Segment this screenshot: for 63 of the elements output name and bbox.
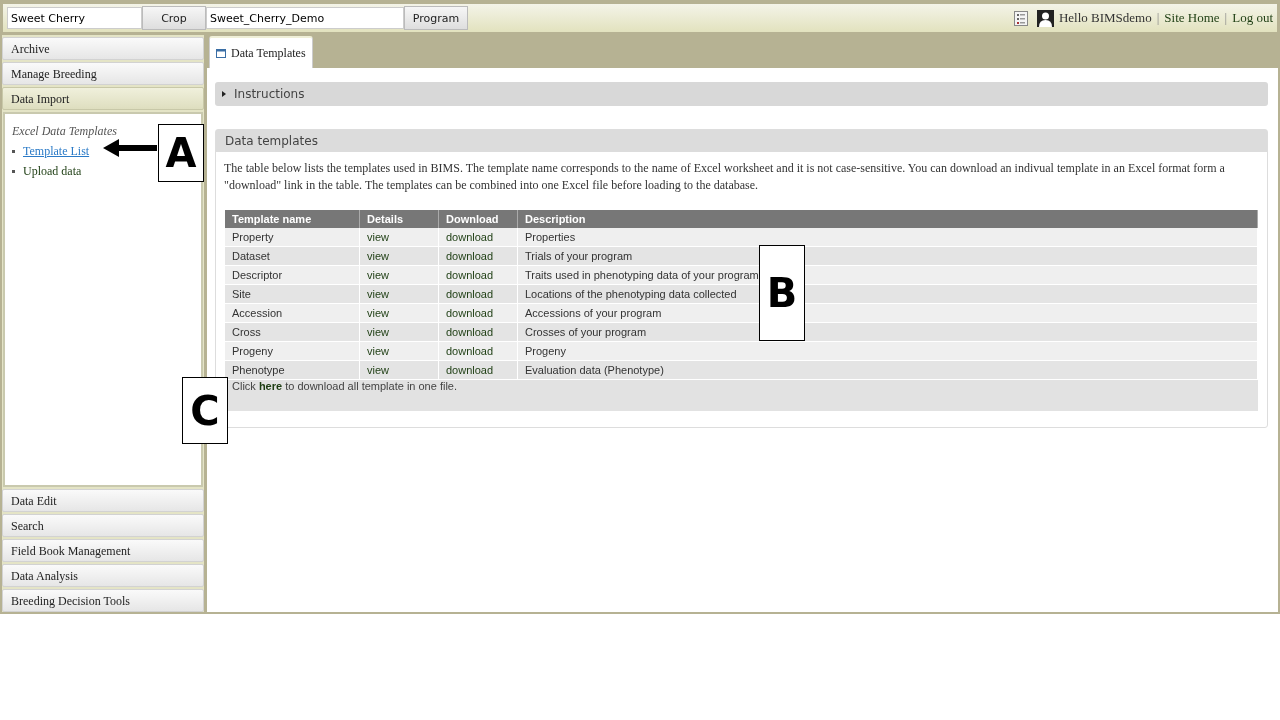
bullet-icon [12, 170, 15, 173]
table-cell: Dataset [225, 246, 360, 266]
user-icon[interactable] [1036, 9, 1054, 27]
sidebar-section-header[interactable]: Manage Breeding [2, 62, 204, 85]
column-header: Details [359, 210, 439, 228]
greeting-text: Hello BIMSdemo [1058, 10, 1152, 26]
download-link[interactable]: download [446, 364, 494, 376]
table-cell: Site [225, 284, 360, 304]
sidebar-section-header[interactable]: Data Edit [2, 489, 204, 512]
tab[interactable]: Data Templates [209, 36, 313, 68]
logout-link[interactable]: Log out [1232, 10, 1273, 26]
callout-label: A [158, 124, 204, 182]
separator-text: | [1156, 10, 1160, 26]
sidebar-link[interactable]: Upload data [23, 164, 82, 179]
download-link[interactable]: download [446, 326, 494, 338]
view-link[interactable]: view [367, 307, 389, 319]
crop-field[interactable]: Sweet Cherry [7, 7, 142, 29]
bullet-icon [12, 150, 15, 153]
table-cell: Properties [517, 228, 1258, 247]
view-link[interactable]: view [367, 269, 389, 281]
sidebar-section-header[interactable]: Archive [2, 37, 204, 60]
triangle-right-icon [222, 91, 226, 97]
table-cell: Accession [225, 303, 360, 323]
sidebar-section-header[interactable]: Data Import [2, 87, 204, 110]
column-header: Description [517, 210, 1258, 228]
callout-label: C [182, 377, 228, 444]
sidebar-link[interactable]: Template List [23, 144, 90, 159]
sidebar-section-header[interactable]: Data Analysis [2, 564, 204, 587]
view-link[interactable]: view [367, 231, 389, 243]
sidebar-section-header[interactable]: Field Book Management [2, 539, 204, 562]
view-link[interactable]: view [367, 364, 389, 376]
separator-text: | [1224, 10, 1228, 26]
program-button[interactable]: Program [404, 6, 468, 30]
column-header: Download [438, 210, 518, 228]
download-link[interactable]: download [446, 269, 494, 281]
section-heading: Excel Data Templates [12, 124, 118, 139]
download-link[interactable]: download [446, 345, 494, 357]
column-header: Template name [225, 210, 360, 228]
table-cell: Progeny [225, 341, 360, 361]
program-field[interactable]: Sweet_Cherry_Demo [206, 7, 404, 29]
sidebar-section-header[interactable]: Search [2, 514, 204, 537]
table-cell: Property [225, 228, 360, 247]
footer-text: Click here to download all template in one file. [225, 380, 1258, 411]
view-link[interactable]: view [367, 288, 389, 300]
sidebar-section-header[interactable]: Breeding Decision Tools [2, 589, 204, 612]
table-cell: Cross [225, 322, 360, 342]
view-link[interactable]: view [367, 345, 389, 357]
list-icon[interactable] [1013, 10, 1028, 26]
crop-button[interactable]: Crop [142, 6, 206, 30]
view-link[interactable]: view [367, 326, 389, 338]
view-link[interactable]: view [367, 250, 389, 262]
description-text: The table below lists the templates used in BIMS. The template name corresponds to the name of Excel worksheet and it is not case-sensitive. You can download an indivual template in an Excel format form a "download" link in the table. The templates can be combined into one Excel file before loading to the database. [224, 160, 1226, 194]
download-link[interactable]: download [446, 288, 494, 300]
download-link[interactable]: download [446, 231, 494, 243]
download-link[interactable]: download [446, 250, 494, 262]
here-link[interactable]: here [258, 380, 283, 392]
download-link[interactable]: download [446, 307, 494, 319]
panel-title: Data templates [216, 130, 1267, 152]
instructions-header[interactable]: Instructions [215, 82, 1268, 106]
site-home-link[interactable]: Site Home [1164, 10, 1220, 26]
tab-label: Data Templates [231, 45, 306, 61]
table-cell: Descriptor [225, 265, 360, 285]
window-icon [216, 48, 226, 58]
